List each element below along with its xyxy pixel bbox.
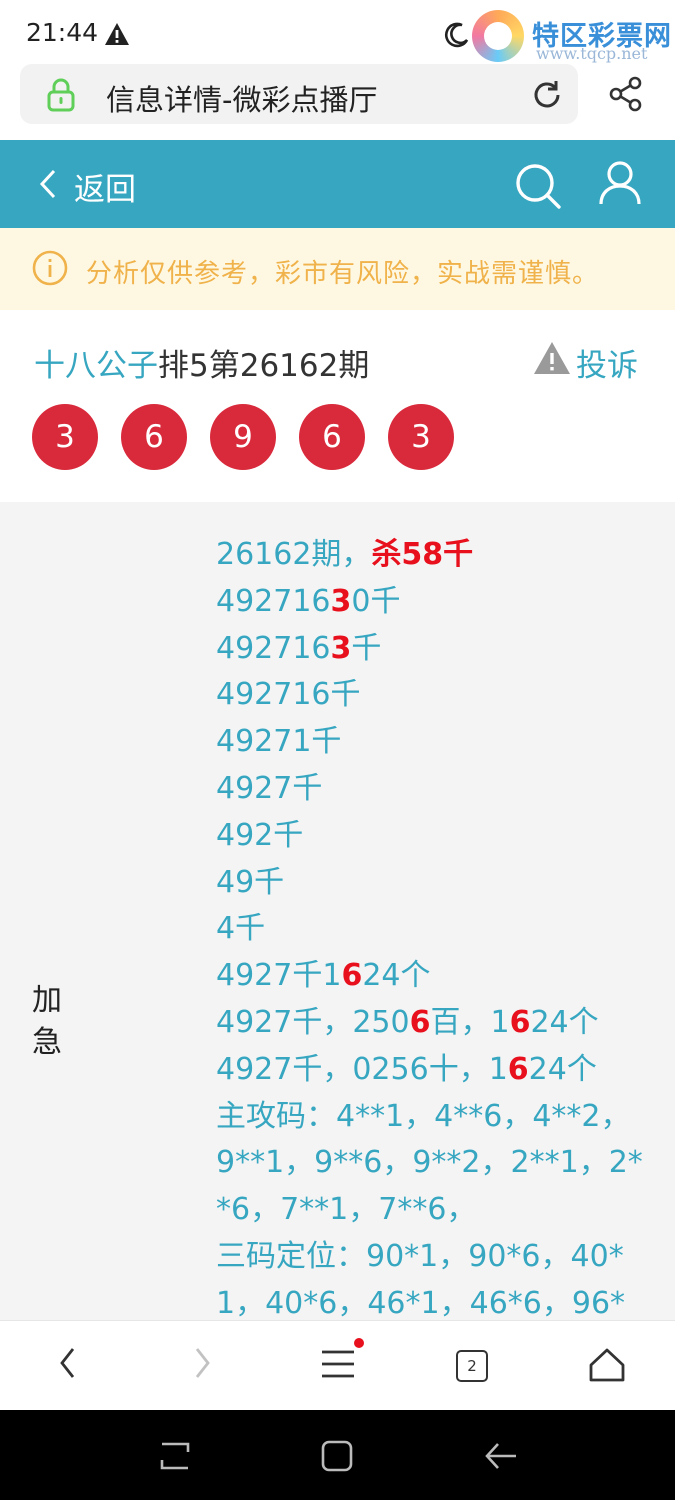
content-line: 4千 bbox=[216, 906, 656, 953]
draw-ball: 6 bbox=[121, 404, 187, 470]
content-line: 492716千 bbox=[216, 672, 656, 719]
content-text: 26162期，杀58千 49271630千 4927163千 492716千 49271… bbox=[216, 532, 656, 1320]
line-text: 492716 bbox=[216, 630, 331, 666]
content-line: 49千 bbox=[216, 860, 656, 907]
moon-icon bbox=[444, 22, 470, 52]
highlight-text: 6 bbox=[341, 958, 363, 994]
reload-icon[interactable] bbox=[530, 78, 564, 116]
app-header: 返回 bbox=[0, 140, 675, 228]
line-text: 0千 bbox=[351, 583, 401, 619]
highlight-text: 6 bbox=[409, 1004, 431, 1040]
line-text: 24个 bbox=[528, 1051, 597, 1087]
content-line: 1，40*6，46*1，46*6，96* bbox=[216, 1281, 656, 1320]
address-bar[interactable]: 信息详情-微彩点播厅 bbox=[20, 64, 578, 124]
report-label: 投诉 bbox=[576, 348, 638, 384]
highlight-text: 3 bbox=[330, 583, 352, 619]
content-line: 4927163千 bbox=[216, 626, 656, 673]
watermark: 特区彩票网 www.tqcp.net bbox=[472, 10, 672, 63]
recents-icon[interactable] bbox=[158, 1440, 192, 1476]
content-line: 4927千，2506百，1624个 bbox=[216, 1000, 656, 1047]
highlight-text: 6 bbox=[507, 1051, 529, 1087]
line-text: 26162期， bbox=[216, 537, 372, 572]
line-text: 4千 bbox=[216, 911, 266, 947]
line-text: 24个 bbox=[530, 1004, 599, 1040]
page-title: 信息详情-微彩点播厅 bbox=[106, 83, 378, 117]
line-text: 主攻码：4**1，4**6，4**2， bbox=[216, 1098, 631, 1134]
content-line: 49271630千 bbox=[216, 579, 656, 626]
highlight-text: 杀58千 bbox=[371, 537, 474, 572]
status-time: 21:44 bbox=[26, 18, 99, 47]
urgent-label: 加急 bbox=[32, 983, 62, 1060]
line-text: 492716千 bbox=[216, 677, 361, 713]
draw-balls: 3 6 9 6 3 bbox=[32, 404, 472, 470]
line-text: 492千 bbox=[216, 817, 304, 853]
share-icon[interactable] bbox=[608, 76, 644, 116]
post-title: 十八公子排5第26162期 bbox=[34, 340, 369, 385]
content-line: 三码定位：90*1，90*6，40* bbox=[216, 1234, 656, 1281]
watermark-logo bbox=[472, 10, 524, 62]
browser-forward-icon[interactable] bbox=[192, 1345, 212, 1385]
content-line: 492千 bbox=[216, 813, 656, 860]
menu-icon[interactable] bbox=[321, 1349, 355, 1383]
author-link[interactable]: 十八公子 bbox=[34, 348, 158, 384]
content-line: 9**1，9**6，9**2，2**1，2* bbox=[216, 1140, 656, 1187]
user-icon[interactable] bbox=[598, 160, 642, 210]
report-warning-icon bbox=[532, 340, 572, 380]
notice-bar: 分析仅供参考，彩市有风险，实战需谨慎。 bbox=[0, 228, 675, 310]
back-chevron-icon[interactable] bbox=[38, 168, 58, 204]
highlight-text: 6 bbox=[509, 1004, 531, 1040]
content-line: 49271千 bbox=[216, 719, 656, 766]
lock-icon bbox=[46, 78, 76, 116]
draw-ball: 3 bbox=[388, 404, 454, 470]
draw-ball: 9 bbox=[210, 404, 276, 470]
notification-dot bbox=[354, 1338, 364, 1348]
back-button[interactable]: 返回 bbox=[74, 164, 136, 209]
draw-ball: 3 bbox=[32, 404, 98, 470]
line-text: 49千 bbox=[216, 864, 285, 900]
post-title-text: 排5第26162期 bbox=[158, 348, 370, 384]
notice-text: 分析仅供参考，彩市有风险，实战需谨慎。 bbox=[86, 259, 600, 289]
line-text: 4927千，0256十，1 bbox=[216, 1051, 508, 1087]
system-nav-bar bbox=[0, 1410, 675, 1500]
system-home-icon[interactable] bbox=[320, 1439, 354, 1477]
line-text: 492716 bbox=[216, 583, 331, 619]
system-back-icon[interactable] bbox=[484, 1440, 518, 1476]
line-text: 4927千 bbox=[216, 770, 323, 806]
warning-icon bbox=[104, 22, 130, 50]
content-line: 26162期，杀58千 bbox=[216, 532, 656, 579]
line-text: 4927千1 bbox=[216, 958, 342, 994]
line-text: 4927千，250 bbox=[216, 1004, 410, 1040]
browser-bottom-nav: 2 bbox=[0, 1320, 675, 1410]
line-text: 9**1，9**6，9**2，2**1，2* bbox=[216, 1145, 643, 1181]
content-line: 4927千，0256十，1624个 bbox=[216, 1047, 656, 1094]
search-icon[interactable] bbox=[514, 162, 562, 214]
home-icon[interactable] bbox=[588, 1347, 626, 1387]
status-bar: 21:44 特区彩票网 www.tqcp.net bbox=[0, 0, 675, 63]
content-panel: 加急 26162期，杀58千 49271630千 4927163千 492716千 49… bbox=[0, 502, 675, 1320]
browser-back-icon[interactable] bbox=[58, 1345, 78, 1385]
content-line: 4927千 bbox=[216, 766, 656, 813]
line-text: 百，1 bbox=[430, 1004, 510, 1040]
info-icon bbox=[32, 250, 68, 290]
line-text: 49271千 bbox=[216, 724, 342, 760]
line-text: 24个 bbox=[362, 958, 431, 994]
watermark-url: www.tqcp.net bbox=[536, 44, 648, 63]
draw-ball: 6 bbox=[299, 404, 365, 470]
line-text: 千 bbox=[351, 630, 382, 666]
content-line: 主攻码：4**1，4**6，4**2， bbox=[216, 1094, 656, 1141]
line-text: *6，7**1，7**6， bbox=[216, 1192, 477, 1228]
line-text: 三码定位：90*1，90*6，40* bbox=[216, 1238, 624, 1274]
highlight-text: 3 bbox=[330, 630, 352, 666]
content-line: 4927千1624个 bbox=[216, 953, 656, 1000]
line-text: 1，40*6，46*1，46*6，96* bbox=[216, 1285, 626, 1320]
content-line: *6，7**1，7**6， bbox=[216, 1187, 656, 1234]
tabs-count: 2 bbox=[456, 1350, 488, 1382]
